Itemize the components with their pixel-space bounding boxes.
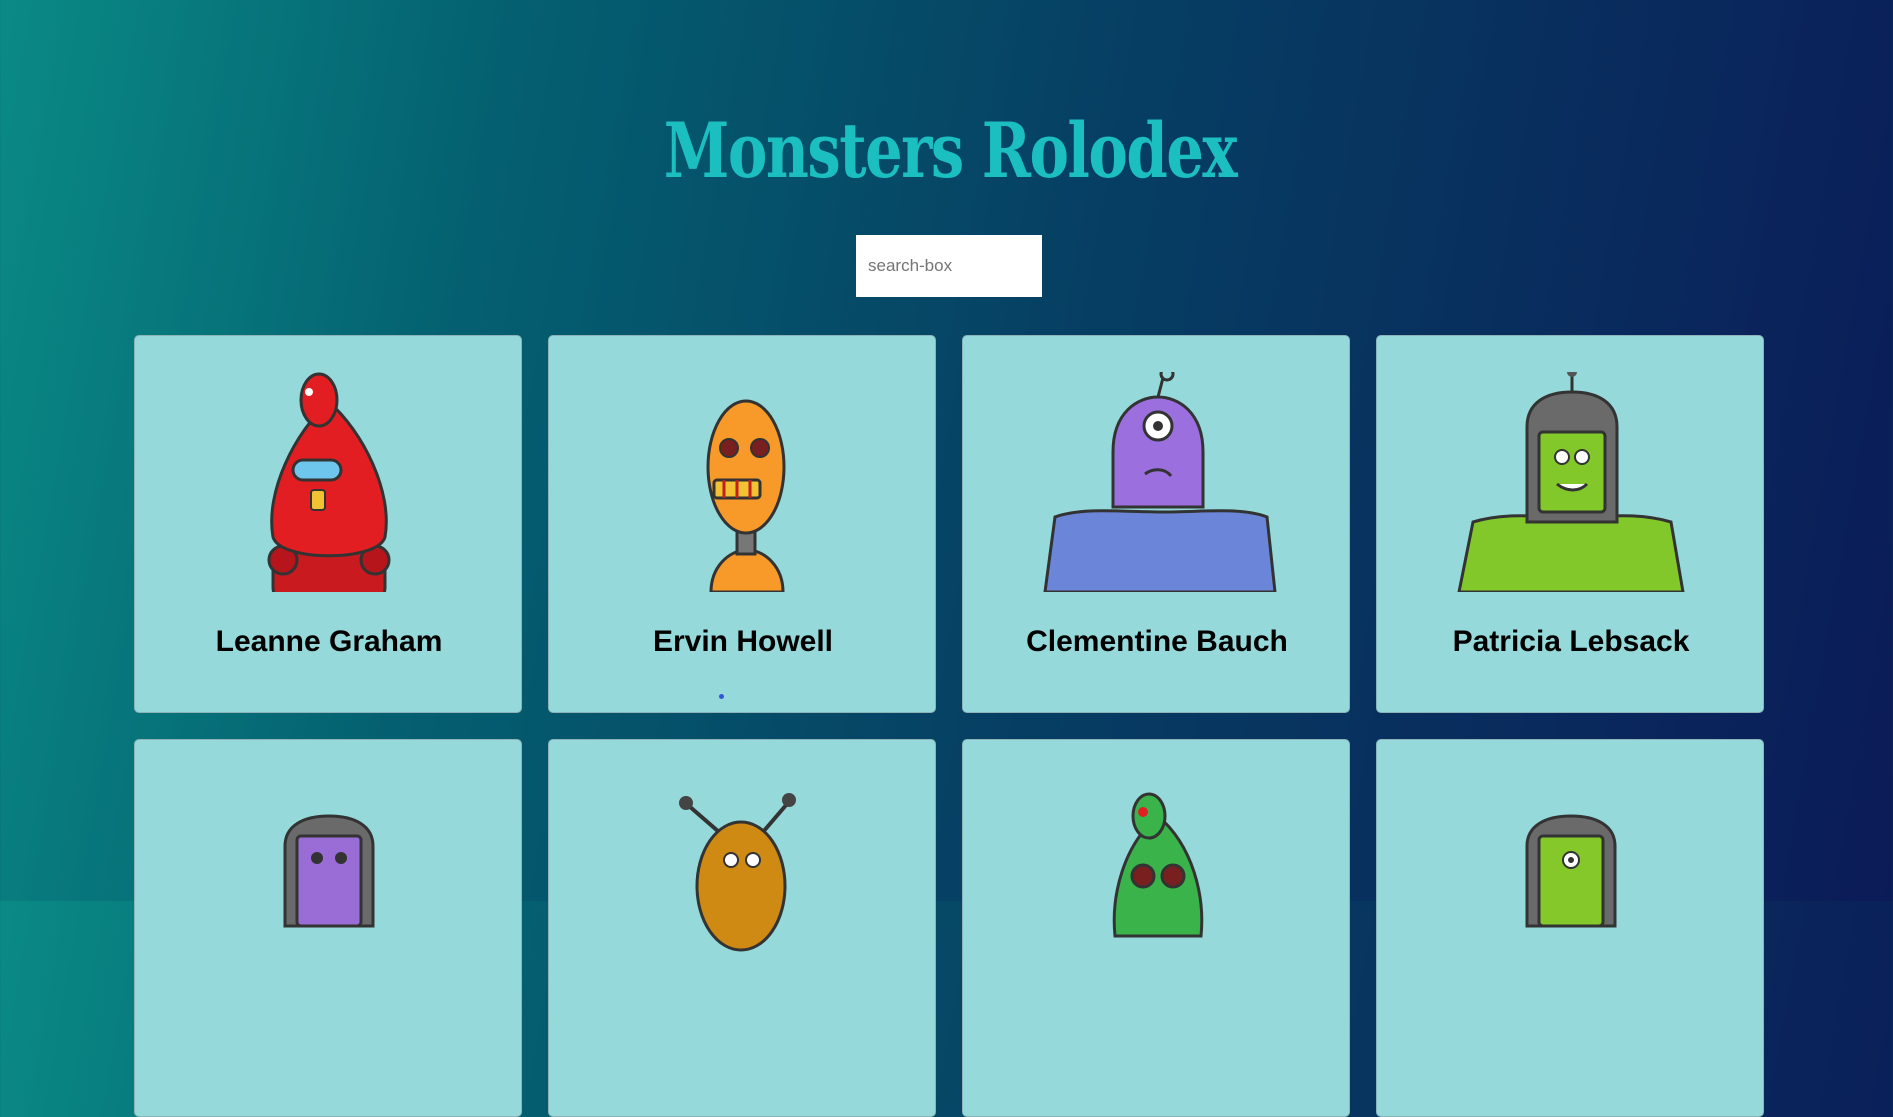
loading-dot: [719, 694, 724, 699]
monster-card[interactable]: [962, 739, 1350, 1117]
red-robot-monster-avatar: [267, 372, 391, 592]
monster-card[interactable]: Leanne Graham: [134, 335, 522, 713]
monster-card[interactable]: Clementine Bauch: [962, 335, 1350, 713]
purple-cyclops-monster-avatar: [1043, 372, 1277, 592]
monster-name: Clementine Bauch: [1026, 625, 1288, 658]
green-robot-monster-avatar: [1112, 792, 1204, 938]
gold-antenna-monster-avatar: [679, 793, 796, 952]
green-helmet-monster-avatar: [1457, 372, 1685, 592]
monster-name: Leanne Graham: [215, 625, 443, 658]
search-input[interactable]: [856, 235, 1042, 297]
monster-card[interactable]: [548, 739, 936, 1117]
monster-name: Patricia Lebsack: [1452, 625, 1690, 658]
page-title: Monsters Rolodex: [663, 105, 1238, 195]
monster-card[interactable]: Patricia Lebsack: [1376, 335, 1764, 713]
monster-card[interactable]: [1376, 739, 1764, 1117]
purple-robot-monster-avatar: [283, 814, 375, 928]
monster-card[interactable]: [134, 739, 522, 1117]
orange-robot-monster-avatar: [706, 399, 786, 592]
green-helmet-monster-avatar-2: [1525, 814, 1617, 928]
monster-name: Ervin Howell: [652, 625, 834, 658]
monster-card[interactable]: Ervin Howell: [548, 335, 936, 713]
